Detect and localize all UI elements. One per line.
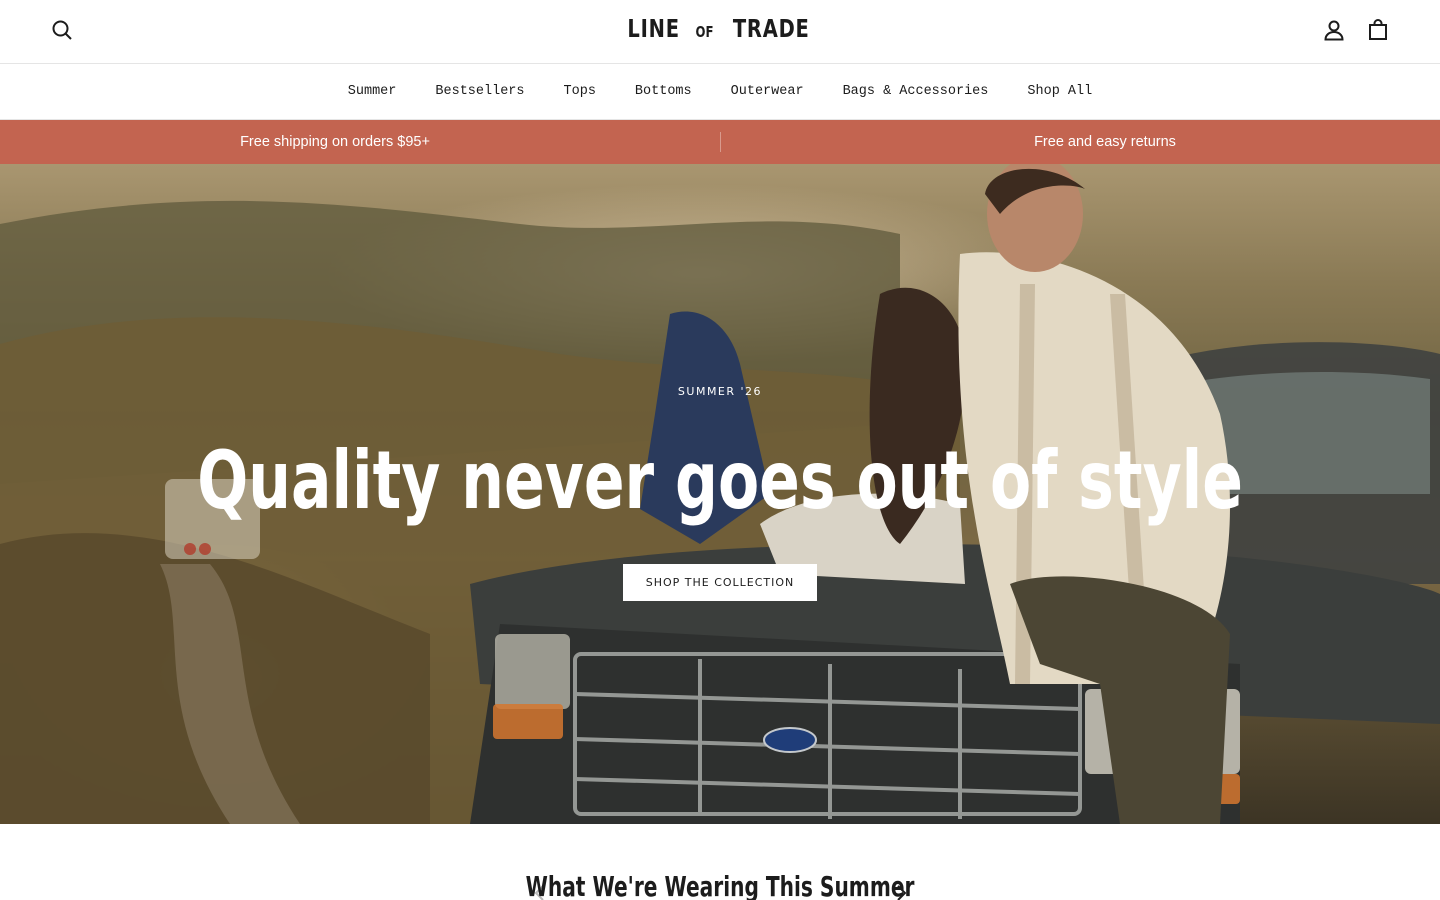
announcement-shipping: Free shipping on orders $95+ [240, 134, 430, 150]
logo-text-trade: TRADE [732, 14, 810, 43]
account-icon[interactable] [1320, 16, 1348, 44]
shop-collection-button[interactable]: SHOP THE COLLECTION [623, 564, 817, 601]
announcement-divider [720, 132, 721, 152]
hero-banner: SUMMER '26 Quality never goes out of sty… [0, 164, 1440, 824]
nav-item-bags-accessories[interactable]: Bags & Accessories [823, 84, 1008, 99]
announcement-returns: Free and easy returns [1034, 134, 1176, 150]
nav-item-outerwear[interactable]: Outerwear [711, 84, 823, 99]
site-header: LINE OF TRADE [0, 0, 1440, 64]
nav-item-summer[interactable]: Summer [328, 84, 416, 99]
logo-link[interactable]: LINE OF TRADE [620, 14, 821, 43]
logo-text-of: OF [695, 23, 714, 41]
nav-item-bestsellers[interactable]: Bestsellers [416, 84, 544, 99]
hero-headline: Quality never goes out of style [0, 426, 1440, 536]
cart-icon[interactable] [1364, 16, 1392, 44]
announcement-bar: Free shipping on orders $95+ Free and ea… [0, 120, 1440, 164]
nav-item-bottoms[interactable]: Bottoms [615, 84, 711, 99]
nav-item-shop-all[interactable]: Shop All [1008, 84, 1112, 99]
collection-title-text: What We're Wearing This Summer [525, 870, 915, 900]
nav-item-tops[interactable]: Tops [544, 84, 615, 99]
collection-title: What We're Wearing This Summer [0, 870, 1440, 900]
site-logo[interactable]: LINE OF TRADE [0, 14, 1440, 43]
collection-section: What We're Wearing This Summer [0, 824, 1440, 900]
hero-eyebrow: SUMMER '26 [677, 385, 763, 398]
hero-headline-text: Quality never goes out of style [197, 434, 1243, 527]
hero-content: SUMMER '26 Quality never goes out of sty… [0, 164, 1440, 824]
chevron-right-icon[interactable] [891, 883, 911, 900]
logo-text-line: LINE [627, 14, 680, 43]
main-nav: Summer Bestsellers Tops Bottoms Outerwea… [0, 64, 1440, 120]
